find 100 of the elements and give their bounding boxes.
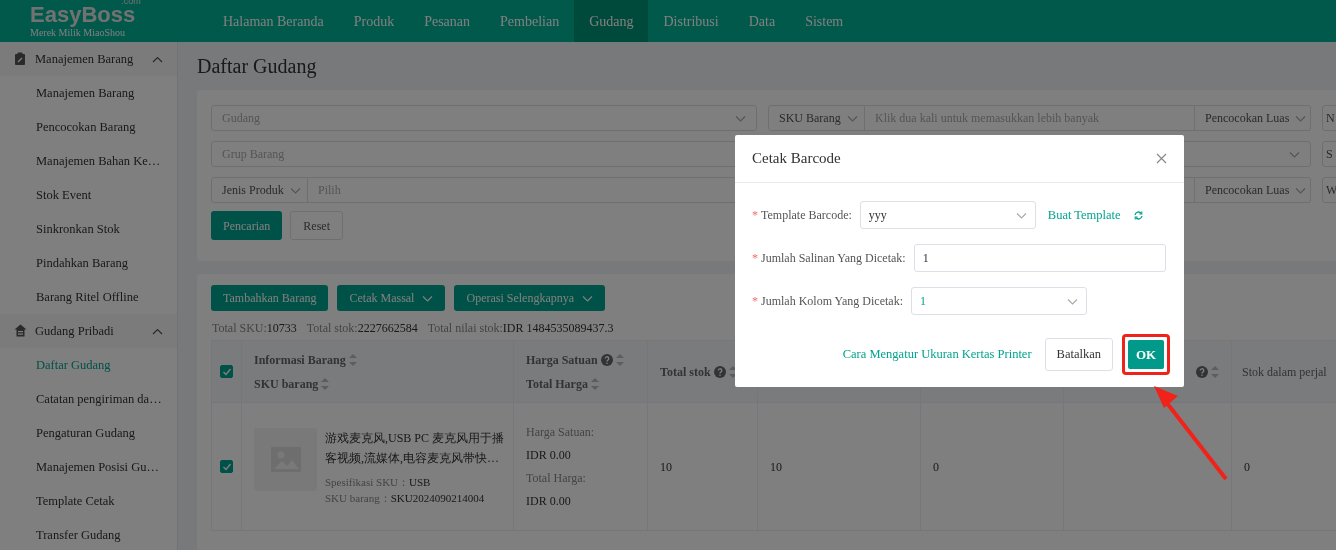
sidebar-item[interactable]: Sinkronkan Stok [0,212,177,246]
nav-tab[interactable]: Data [733,0,791,42]
chevron-down-icon [846,114,858,122]
chevron-up-icon [152,55,163,63]
spec-label: Spesifikasi SKU： [325,475,410,488]
sort-icon [1211,365,1219,378]
search-button[interactable]: Pencarian [211,211,283,240]
sku-value: SKU2024090214004 [390,491,485,504]
select-field[interactable]: 1 [911,287,1087,315]
logo: EasyBoss [30,4,136,26]
chevron-down-icon [1015,211,1027,219]
sidebar-item[interactable]: Catatan pengiriman da… [0,382,177,416]
column-header[interactable]: Informasi Barang [254,350,346,369]
help-link[interactable]: Cara Mengatur Ukuran Kertas Printer [842,345,1032,364]
price-label: Total Harga: [526,469,587,487]
chevron-down-icon [289,186,301,194]
sort-icon [615,353,624,366]
ok-button[interactable]: OK [1128,340,1164,369]
sidebar-group-label: Gudang Pribadi [35,322,115,340]
sidebar-group-label: Manajemen Barang [35,50,135,68]
sidebar-item[interactable]: Manajemen Barang [0,76,177,110]
sidebar-item[interactable]: Manajemen Bahan Ke… [0,144,177,178]
summary-value: 10733 [266,321,297,335]
house-icon [14,324,27,338]
page-title: Daftar Gudang [197,54,318,78]
table-cell: 0 [1244,459,1250,474]
select-field[interactable]: N [1322,105,1336,131]
sidebar-item[interactable]: Pencocokan Barang [0,110,177,144]
summary-value: IDR 1484535089437.3 [502,321,614,335]
sidebar-item[interactable]: Transfer Gudang [0,518,177,550]
dropdown[interactable]: Jenis Produk [211,177,308,203]
summary-label: Total SKU: [212,321,267,335]
nav-tab[interactable]: Pesanan [409,0,486,42]
chevron-down-icon [1295,114,1307,122]
chevron-down-icon [582,294,594,302]
create-template-link[interactable]: Buat Template [1047,205,1121,225]
close-icon [1156,153,1167,164]
sort-icon [590,377,599,390]
sidebar-item[interactable]: Barang Ritel Offline [0,280,177,314]
column-header[interactable]: Total Harga [526,374,588,393]
sidebar-item[interactable]: Pengaturan Gudang [0,416,177,450]
table-cell: 10 [770,459,782,474]
checkbox[interactable] [220,364,233,378]
sidebar-group-header[interactable]: Manajemen Barang [0,42,177,76]
sidebar-item[interactable]: Pindahkan Barang [0,246,177,280]
sort-icon [348,353,357,366]
checkbox[interactable] [220,459,233,473]
toolbar-button[interactable]: Cetak Massal [337,285,446,311]
chevron-down-icon [1295,186,1307,194]
check-icon [221,366,232,376]
close-button[interactable] [1156,153,1167,164]
dialog-title: Cetak Barcode [752,149,841,169]
dropdown[interactable]: SKU Barang [768,105,865,131]
input-field[interactable]: 1 [913,244,1166,272]
chevron-down-icon [1289,150,1300,158]
required-mark: * [752,293,758,310]
column-header[interactable]: Total stok [660,362,711,381]
refresh-icon[interactable] [1132,209,1144,221]
check-icon [221,461,232,471]
field-label: Template Barcode: [761,207,852,224]
clipboard-icon [14,52,27,66]
nav-tab[interactable]: Sistem [790,0,859,42]
dropdown[interactable]: Pencocokan Luas [1195,177,1311,203]
select-field[interactable]: S [1322,141,1336,167]
cancel-button[interactable]: Batalkan [1044,338,1113,371]
price-value: IDR 0.00 [526,446,572,464]
brand-tagline: Merek Milik MiaoShou [30,28,126,38]
chevron-down-icon [735,114,746,122]
price-label: Harga Satuan: [526,423,596,441]
spec-value: USB [409,475,431,488]
required-mark: * [752,250,758,267]
column-header[interactable]: SKU barang [254,374,319,393]
toolbar-button[interactable]: Tambahkan Barang [211,285,329,311]
sort-icon [321,377,330,390]
reset-button[interactable]: Reset [290,211,343,240]
summary-label: Total stok: [306,321,358,335]
table-cell: 0 [933,459,939,474]
field-label: Jumlah Kolom Yang Dicetak: [761,293,903,310]
field-label: Jumlah Salinan Yang Dicetak: [761,250,906,267]
chevron-down-icon [1067,297,1078,305]
chevron-up-icon [152,327,163,335]
nav-tab[interactable]: Gudang [574,0,649,42]
price-value: IDR 0.00 [526,492,572,510]
dropdown[interactable]: Pencocokan Luas [1195,105,1311,131]
table-cell: 10 [660,459,672,474]
nav-tab[interactable]: Distribusi [648,0,734,42]
required-mark: * [752,207,758,224]
nav-tab[interactable]: Halaman Beranda [208,0,339,42]
sidebar-item[interactable]: Manajemen Posisi Gu… [0,450,177,484]
chevron-down-icon [422,294,434,302]
nav-tab[interactable]: Produk [338,0,410,42]
column-header[interactable]: Harga Satuan [526,350,598,369]
sidebar-item[interactable]: Stok Event [0,178,177,212]
select-field[interactable]: yyy [859,201,1036,229]
sidebar-item[interactable]: Template Cetak [0,484,177,518]
sidebar-group-header[interactable]: Gudang Pribadi [0,314,177,348]
toolbar-button[interactable]: Operasi Selengkapnya [454,285,606,311]
logo-suffix: .com [121,0,141,6]
sidebar-item[interactable]: Daftar Gudang [0,348,177,382]
product-title: 游戏麦克风,USB PC 麦克风用于播客视频,流媒体,电容麦克风带快… [325,429,506,467]
